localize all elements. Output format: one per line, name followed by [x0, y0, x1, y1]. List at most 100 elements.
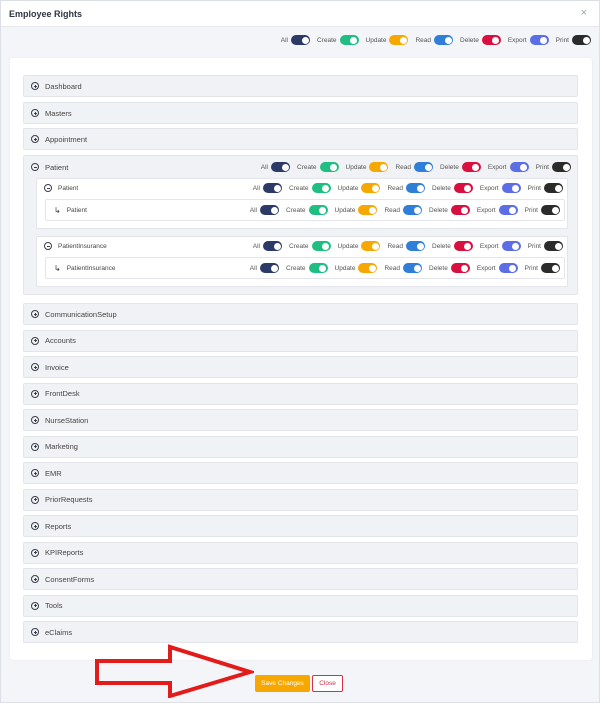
module-row-masters[interactable]: Masters — [23, 102, 578, 124]
expand-plus-icon[interactable] — [31, 336, 39, 345]
sub-0-update-switch[interactable] — [361, 183, 381, 193]
close-icon[interactable]: × — [581, 8, 587, 19]
patient-module-update-switch[interactable] — [369, 162, 389, 172]
module-row-priorrequests[interactable]: PriorRequests — [23, 488, 578, 511]
expand-plus-icon[interactable] — [31, 389, 39, 398]
expand-plus-icon[interactable] — [31, 416, 39, 424]
collapse-minus-icon[interactable] — [31, 163, 39, 171]
module-row-marketing[interactable]: Marketing — [23, 435, 578, 458]
sub-1-read-toggle: Read — [387, 241, 426, 251]
global-update-label: Update — [365, 36, 387, 44]
expand-plus-icon[interactable] — [31, 522, 39, 530]
module-row-accounts[interactable]: Accounts — [23, 329, 578, 352]
switch-knob — [322, 184, 330, 192]
close-button[interactable]: Close — [312, 675, 343, 692]
module-label: NurseStation — [45, 415, 89, 425]
expand-plus-icon[interactable] — [31, 442, 39, 451]
patient-module-read-switch[interactable] — [414, 162, 434, 172]
patient-module-export-switch[interactable] — [509, 162, 529, 172]
sub-1-read-label: Read — [387, 242, 404, 250]
sub-1-print-switch[interactable] — [544, 241, 563, 251]
expand-plus-icon[interactable] — [31, 575, 39, 583]
sub-1-delete-switch[interactable] — [453, 241, 473, 251]
leaf-0-read-switch[interactable] — [403, 205, 423, 215]
collapse-minus-icon[interactable] — [44, 184, 52, 192]
leaf-0-print-switch[interactable] — [541, 205, 560, 215]
global-create-switch[interactable] — [339, 35, 359, 45]
expand-plus-icon[interactable] — [31, 109, 39, 117]
expand-plus-icon[interactable] — [31, 601, 39, 610]
sub-0-print-switch[interactable] — [544, 183, 563, 193]
global-export-toggle: Export — [508, 35, 549, 45]
leaf-1-print-toggle: Print — [525, 263, 560, 273]
sub-0-update-label: Update — [337, 184, 359, 192]
collapse-minus-icon[interactable] — [44, 242, 52, 250]
module-row-tools[interactable]: Tools — [23, 594, 578, 617]
global-export-switch[interactable] — [529, 35, 549, 45]
global-all-switch[interactable] — [291, 35, 310, 45]
switch-knob — [582, 36, 590, 44]
expand-plus-icon[interactable] — [31, 495, 39, 504]
module-row-kpireports[interactable]: KPIReports — [23, 541, 578, 564]
global-print-switch[interactable] — [572, 35, 591, 45]
leaf-1-read-switch[interactable] — [403, 263, 423, 273]
patient-module-header[interactable]: Patient All Create Update Read Delete Export Pr… — [31, 156, 571, 178]
module-label: Appointment — [45, 134, 88, 144]
sub-1-read-switch[interactable] — [406, 241, 426, 251]
module-row-emr[interactable]: EMR — [23, 462, 578, 484]
leaf-1-export-switch[interactable] — [498, 263, 518, 273]
module-row-nursestation[interactable]: NurseStation — [23, 409, 578, 431]
global-delete-switch[interactable] — [481, 35, 501, 45]
module-label: Accounts — [45, 336, 76, 345]
module-row-communicationsetup[interactable]: CommunicationSetup — [23, 303, 578, 325]
expand-plus-icon[interactable] — [31, 82, 39, 90]
leaf-0-export-switch[interactable] — [498, 205, 518, 215]
submodule-header[interactable]: PatientInsurance All Create Update Read Delet… — [44, 237, 563, 255]
module-row-dashboard[interactable]: Dashboard — [23, 75, 578, 97]
module-row-frontdesk[interactable]: FrontDesk — [23, 382, 578, 405]
sub-1-create-switch[interactable] — [311, 241, 331, 251]
module-row-invoice[interactable]: Invoice — [23, 356, 578, 378]
expand-plus-icon[interactable] — [31, 548, 39, 557]
expand-plus-icon[interactable] — [31, 628, 39, 636]
submodule-header[interactable]: Patient All Create Update Read Delete Export Pr… — [44, 179, 563, 197]
leaf-1-update-switch[interactable] — [358, 263, 378, 273]
leaf-1-print-switch[interactable] — [541, 263, 560, 273]
sub-0-create-switch[interactable] — [311, 183, 331, 193]
module-row-eclaims[interactable]: eClaims — [23, 621, 578, 643]
sub-1-all-switch[interactable] — [263, 241, 282, 251]
expand-plus-icon[interactable] — [31, 310, 39, 318]
leaf-0-all-label: All — [249, 206, 257, 214]
sub-0-all-switch[interactable] — [263, 183, 282, 193]
sub-0-read-switch[interactable] — [406, 183, 426, 193]
sub-0-delete-switch[interactable] — [453, 183, 473, 193]
save-changes-button[interactable]: Save Changes — [255, 675, 310, 692]
module-row-consentforms[interactable]: ConsentForms — [23, 568, 578, 590]
leaf-0-update-switch[interactable] — [358, 205, 378, 215]
leaf-0-delete-switch[interactable] — [450, 205, 470, 215]
sub-1-export-switch[interactable] — [501, 241, 521, 251]
global-read-switch[interactable] — [434, 35, 454, 45]
expand-plus-icon[interactable] — [31, 469, 39, 477]
leaf-1-all-switch[interactable] — [260, 263, 279, 273]
expand-plus-icon[interactable] — [31, 135, 39, 143]
global-delete-label: Delete — [460, 36, 479, 44]
leaf-0-all-switch[interactable] — [260, 205, 279, 215]
leaf-0-create-switch[interactable] — [308, 205, 328, 215]
leaf-1-delete-switch[interactable] — [450, 263, 470, 273]
module-row-appointment[interactable]: Appointment — [23, 128, 578, 150]
patient-module-delete-switch[interactable] — [461, 162, 481, 172]
module-row-patient-expanded: Patient All Create Update Read Delete Export Pr… — [23, 155, 578, 295]
patient-module-create-label: Create — [297, 163, 317, 171]
sub-0-export-switch[interactable] — [501, 183, 521, 193]
patient-module-create-switch[interactable] — [319, 162, 339, 172]
leaf-1-create-switch[interactable] — [308, 263, 328, 273]
patient-module-print-switch[interactable] — [552, 162, 571, 172]
patient-module-all-switch[interactable] — [271, 162, 290, 172]
global-update-switch[interactable] — [389, 35, 409, 45]
sub-1-update-switch[interactable] — [361, 241, 381, 251]
submodule-patientinsurance: PatientInsurance All Create Update Read Delet… — [36, 236, 568, 287]
expand-plus-icon[interactable] — [31, 363, 39, 371]
module-row-reports[interactable]: Reports — [23, 515, 578, 537]
patient-module-all-toggle: All — [261, 162, 290, 172]
